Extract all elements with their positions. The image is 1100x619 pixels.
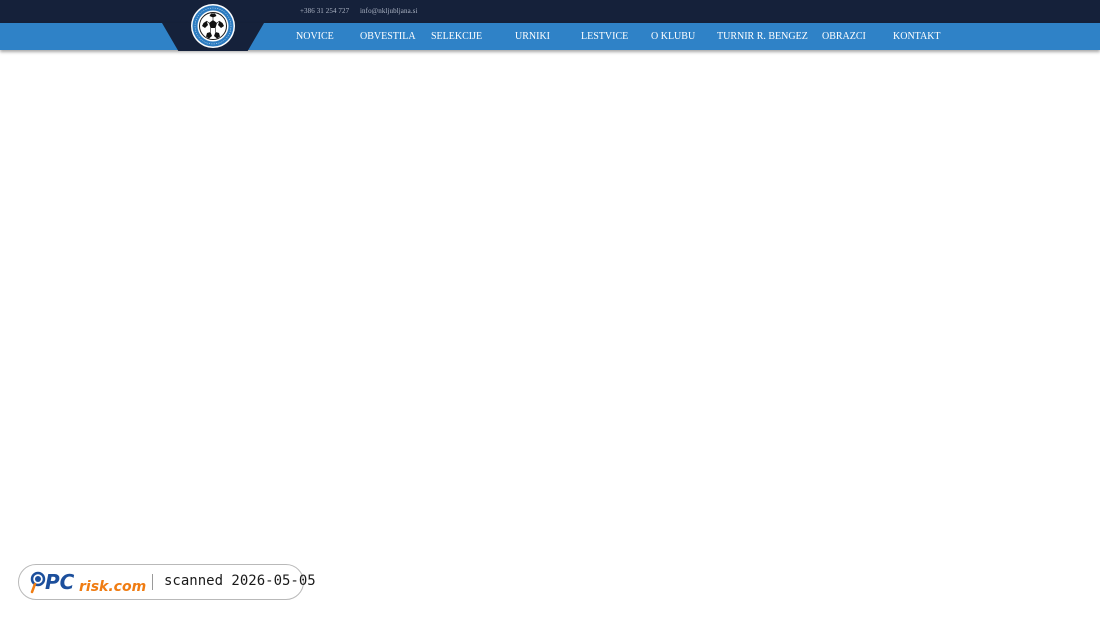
pcrisk-logo-text-pc: PC xyxy=(45,570,75,594)
top-bar: +386 31 254 727 info@nkljubljana.si xyxy=(0,0,1100,23)
main-navigation: NOVICE OBVESTILA SELEKCIJE URNIKI LESTVI… xyxy=(0,23,1100,50)
nav-item-kontakt[interactable]: KONTAKT xyxy=(893,23,941,50)
nav-item-turnir-r-bengez[interactable]: TURNIR R. BENGEZ xyxy=(717,23,808,50)
phone-link[interactable]: +386 31 254 727 xyxy=(300,7,349,15)
nav-item-obrazci[interactable]: OBRAZCI xyxy=(822,23,866,50)
scan-watermark-badge: PC risk.com scanned 2026-05-05 xyxy=(18,564,316,600)
nav-item-obvestila[interactable]: OBVESTILA xyxy=(360,23,416,50)
badge-separator xyxy=(152,574,153,590)
pcrisk-logo-icon: PC risk.com xyxy=(30,570,146,595)
pcrisk-logo-text-risk: risk.com xyxy=(79,579,146,595)
nav-item-urniki[interactable]: URNIKI xyxy=(515,23,550,50)
nav-item-o-klubu[interactable]: O KLUBU xyxy=(651,23,695,50)
nav-item-lestvice[interactable]: LESTVICE xyxy=(581,23,628,50)
nav-item-novice[interactable]: NOVICE xyxy=(296,23,334,50)
email-link[interactable]: info@nkljubljana.si xyxy=(360,7,418,15)
nav-item-selekcije[interactable]: SELEKCIJE xyxy=(431,23,482,50)
scan-date-text: scanned 2026-05-05 xyxy=(164,573,316,589)
page: +386 31 254 727 info@nkljubljana.si NOVI… xyxy=(0,0,1100,619)
